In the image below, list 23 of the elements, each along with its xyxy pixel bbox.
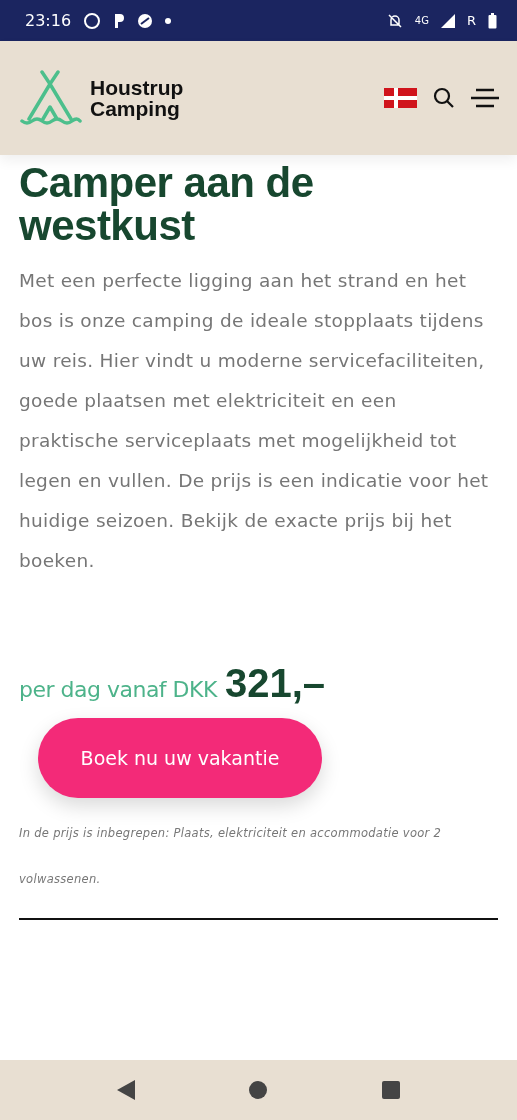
back-icon[interactable] (116, 1080, 135, 1100)
network-label: 4G (414, 15, 429, 26)
home-icon[interactable] (248, 1080, 269, 1100)
recents-icon[interactable] (382, 1081, 401, 1099)
price-label: per dag vanaf DKK (19, 677, 217, 702)
parking-icon (113, 11, 126, 30)
page-title: Camper aan de westkust (19, 161, 315, 247)
book-button[interactable]: Boek nu uw vakantie (38, 718, 322, 798)
dot-icon (165, 17, 172, 24)
clock: 23:16 (25, 11, 72, 30)
search-icon[interactable] (433, 87, 455, 109)
signal-icon (440, 13, 455, 28)
app-icon (137, 12, 154, 29)
description-text: Met een perfecte ligging aan het strand en het bos is onze camping de ideale stopplaats tijdens uw reis. Hier vindt u moderne servicefaciliteiten, goede plaatsen met elektriciteit en een praktische serviceplaats met mogelijkheid tot legen en vullen. De prijs is een indicatie voor het huidige seizoen. Bekijk de exacte prijs bij het boeken. (19, 269, 490, 573)
price-amount: 321,– (224, 661, 325, 706)
menu-icon[interactable] (471, 88, 499, 108)
danish-flag-icon[interactable] (384, 88, 417, 108)
price-note: In de prijs is inbegrepen: Plaats, elektriciteit en accommodatie voor 2 volwassenen. (19, 825, 443, 888)
battery-icon (488, 12, 497, 29)
roaming-label: R (466, 13, 476, 28)
logo-text: Camping (90, 98, 180, 119)
logo-text: Houstrup (90, 77, 184, 98)
muted-bell-icon (386, 12, 403, 29)
